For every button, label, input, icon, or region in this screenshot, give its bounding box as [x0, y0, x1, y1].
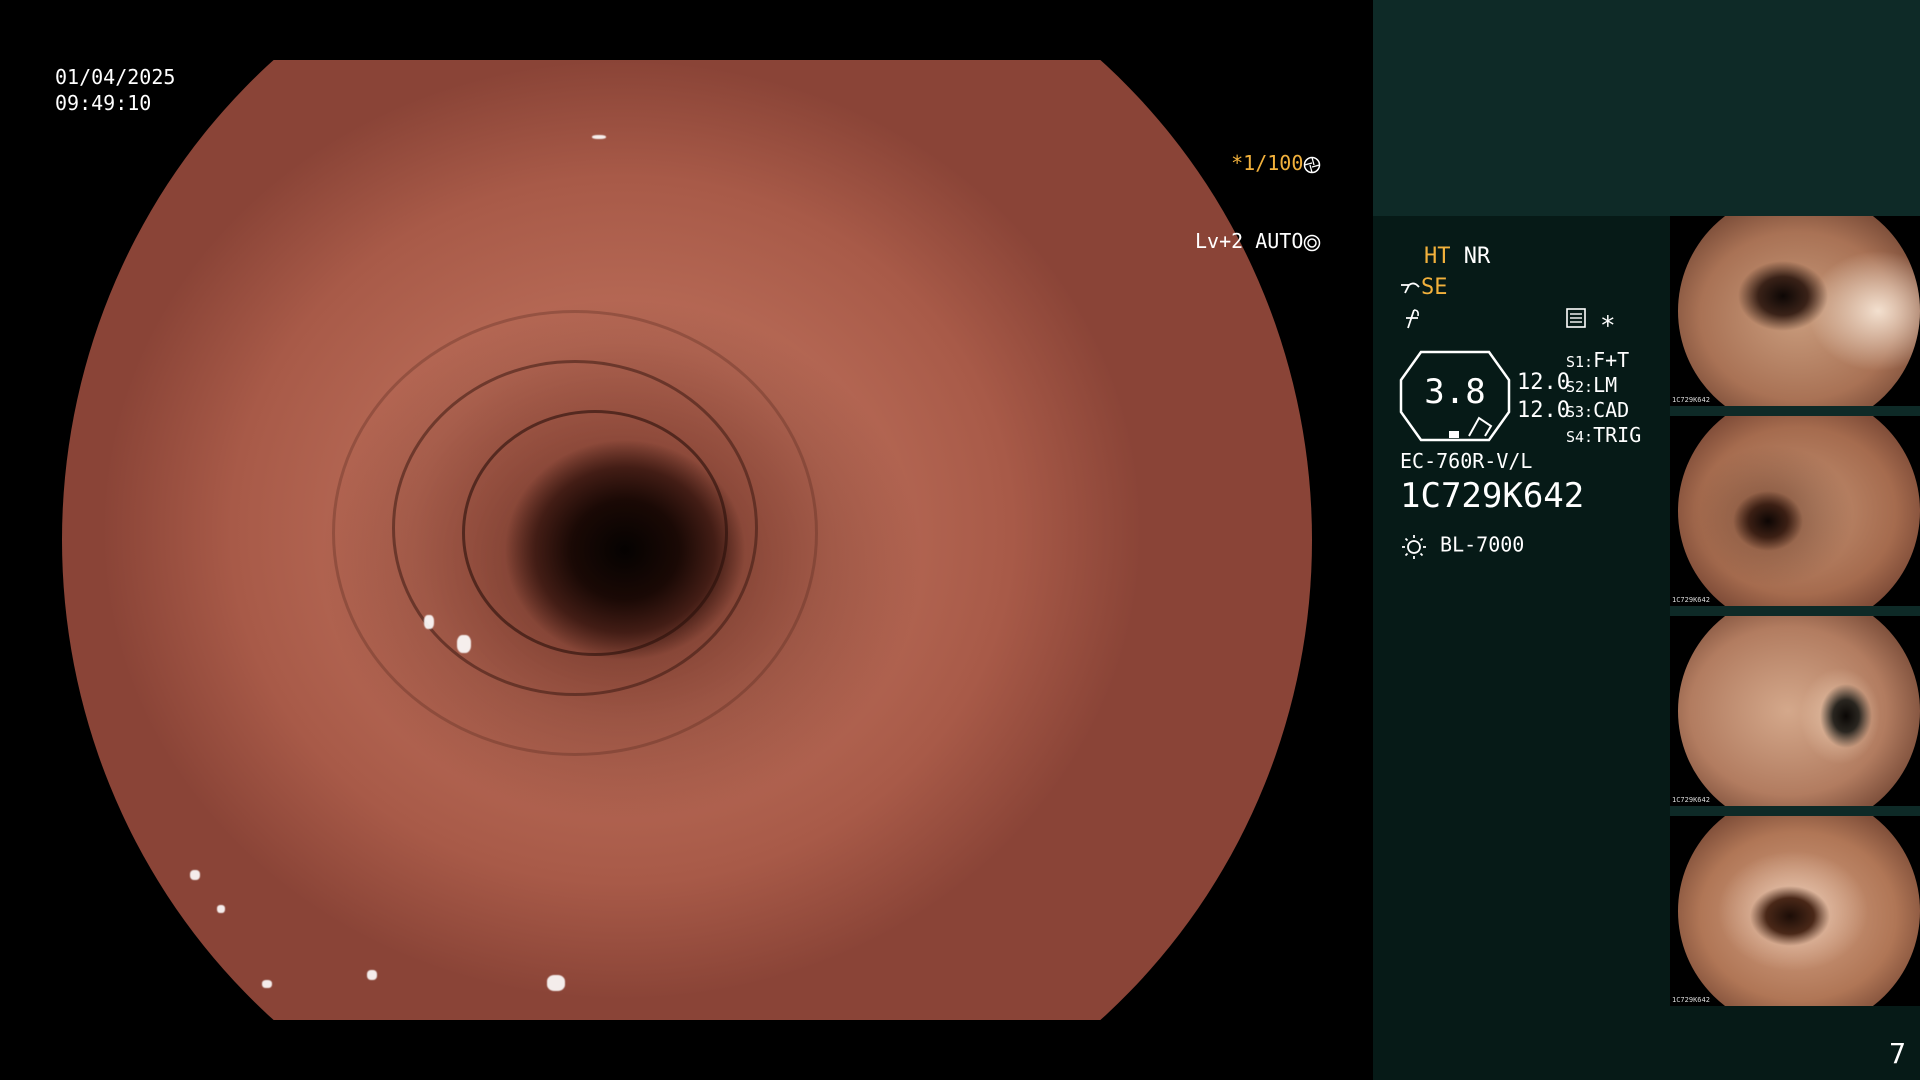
thumbnail-label: 1C729K642	[1672, 596, 1710, 604]
switch-key: S1:	[1566, 353, 1594, 371]
switch-value: F+T	[1593, 348, 1630, 372]
thumbnail-image	[1678, 616, 1920, 806]
switch-s4: S4:TRIG	[1566, 423, 1641, 448]
thumbnail-2[interactable]: 1C729K642	[1670, 416, 1920, 606]
zoom-value: 3.8	[1424, 372, 1486, 412]
exposure-readout: *1/100 Lv+2 AUTO	[1195, 98, 1321, 306]
light-source-text: BL-7000	[1440, 532, 1525, 557]
switch-key: S3:	[1566, 403, 1594, 421]
lumen-fold-ring	[332, 310, 818, 756]
switch-key: S2:	[1566, 378, 1594, 396]
glint	[592, 135, 606, 139]
structure-enhance-icon	[1401, 282, 1420, 294]
switch-s3: S3:CAD	[1566, 398, 1641, 423]
level-line: Lv+2 AUTO	[1195, 228, 1321, 254]
mode-ht: HT	[1424, 244, 1451, 269]
glint	[367, 970, 377, 980]
switch-key: S4:	[1566, 428, 1594, 446]
aperture-icon	[1304, 156, 1321, 173]
thumbnail-image	[1678, 216, 1920, 406]
glint	[547, 975, 565, 991]
shutter-line: *1/100	[1195, 150, 1321, 176]
thumbnail-3[interactable]: 1C729K642	[1670, 616, 1920, 806]
value-1: 12.0	[1517, 370, 1570, 395]
scope-serial: 1C729K642	[1400, 476, 1585, 516]
thumbnail-4[interactable]: 1C729K642	[1670, 816, 1920, 1006]
glint	[424, 615, 434, 629]
thumbnail-image	[1678, 816, 1920, 1006]
main-endoscope-view: 01/04/2025 09:49:10 *1/100 Lv+2 AUTO	[0, 0, 1373, 1080]
switch-s1: S1:F+T	[1566, 348, 1641, 373]
switch-list: S1:F+T S2:LM S3:CAD S4:TRIG	[1566, 348, 1641, 448]
mode-ht-nr: HT NR	[1424, 244, 1490, 269]
color-enhance-icon	[1406, 309, 1419, 329]
record-list-icon	[1566, 308, 1586, 328]
switch-s2: S2:LM	[1566, 373, 1641, 398]
sun-icon	[1402, 535, 1426, 559]
thumbnail-divider	[1670, 806, 1920, 816]
mode-nr: NR	[1463, 244, 1491, 269]
thumbnail-divider	[1670, 406, 1920, 416]
mode-se-line: SE	[1399, 275, 1448, 300]
date-text: 01/04/2025	[55, 65, 176, 89]
info-panel-header	[1373, 0, 1920, 216]
glint	[457, 635, 471, 653]
scope-model: EC-760R-V/L	[1400, 449, 1533, 473]
thumbnail-divider	[1670, 606, 1920, 616]
thumbnail-image	[1678, 416, 1920, 606]
mode-se: SE	[1421, 275, 1448, 300]
value-2: 12.0	[1517, 398, 1570, 423]
light-source: BL-7000	[1400, 532, 1524, 560]
datetime-readout: 01/04/2025 09:49:10	[55, 64, 175, 116]
thumbnail-label: 1C729K642	[1672, 396, 1710, 404]
glint	[217, 905, 225, 913]
time-text: 09:49:10	[55, 91, 152, 115]
asterisk-icon: ∗	[1600, 306, 1616, 336]
glint	[262, 980, 272, 988]
level-text: Lv+2 AUTO	[1195, 229, 1304, 253]
target-icon	[1304, 234, 1321, 251]
thumbnail-label: 1C729K642	[1672, 996, 1710, 1004]
switch-value: TRIG	[1593, 423, 1642, 447]
endoscope-image	[62, 60, 1312, 1020]
thumbnail-1[interactable]: 1C729K642	[1670, 216, 1920, 406]
glint	[190, 870, 200, 880]
switch-value: CAD	[1593, 398, 1630, 422]
thumbnail-label: 1C729K642	[1672, 796, 1710, 804]
switch-value: LM	[1593, 373, 1618, 397]
shutter-text: *1/100	[1231, 151, 1304, 175]
page-number: 7	[1889, 1037, 1906, 1070]
